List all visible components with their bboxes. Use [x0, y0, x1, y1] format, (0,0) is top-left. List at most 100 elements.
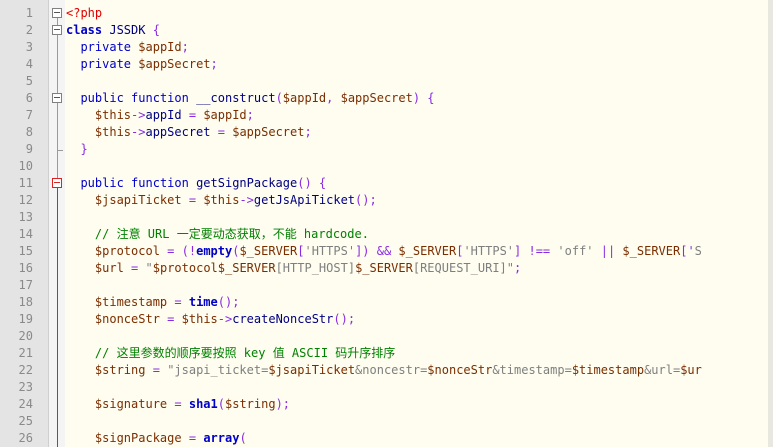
code-token: =: [188, 193, 197, 207]
code-line[interactable]: $signPackage = array(: [66, 430, 247, 447]
code-token: $_SERVER: [622, 244, 681, 258]
code-token: $this: [94, 108, 132, 122]
code-token: ->: [239, 193, 254, 207]
code-token: ,: [326, 91, 341, 105]
fold-guide-line: [57, 56, 58, 73]
code-token: // 注意 URL 一定要动态获取，不能 hardcode.: [94, 227, 369, 241]
code-token: empty: [196, 244, 233, 258]
code-token: ;: [514, 261, 522, 275]
fold-guide-line: [57, 124, 58, 141]
code-token: [REQUEST_URI]": [412, 261, 515, 275]
code-token: JSSDK: [102, 23, 153, 37]
fold-toggle-icon[interactable]: [52, 8, 62, 18]
line-number: 4: [25, 57, 33, 71]
code-token: () {: [297, 176, 327, 190]
code-token: ) {: [412, 91, 435, 105]
code-token: $signPackage: [94, 431, 182, 445]
fold-toggle-icon[interactable]: [52, 25, 62, 35]
code-token: {: [152, 23, 160, 37]
code-token: (!: [181, 244, 197, 258]
code-line[interactable]: $jsapiTicket = $this->getJsApiTicket();: [66, 192, 377, 209]
code-line[interactable]: $protocol = (!empty($_SERVER['HTTPS']) &…: [66, 243, 702, 260]
code-line[interactable]: class JSSDK {: [66, 22, 160, 39]
code-token: public: [80, 91, 124, 105]
code-line[interactable]: // 注意 URL 一定要动态获取，不能 hardcode.: [66, 226, 369, 243]
code-line[interactable]: private $appId;: [66, 39, 188, 56]
code-token: // 这里参数的顺序要按照 key 值 ASCII 码升序排序: [94, 346, 396, 360]
vertical-scrollbar[interactable]: [768, 0, 773, 447]
line-number: 13: [18, 210, 33, 224]
code-line[interactable]: }: [66, 141, 88, 158]
fold-guide-line: [57, 243, 58, 260]
code-line[interactable]: $nonceStr = $this->createNonceStr();: [66, 311, 355, 328]
line-number: 9: [25, 142, 33, 156]
code-line[interactable]: $string = "jsapi_ticket=$jsapiTicket&non…: [66, 362, 702, 379]
code-token: );: [275, 397, 291, 411]
code-token: class: [66, 23, 103, 37]
line-number: 21: [18, 346, 33, 360]
code-token: public: [80, 176, 124, 190]
line-number: 12: [18, 193, 33, 207]
code-line[interactable]: private $appSecret;: [66, 56, 217, 73]
code-token: $_SERVER: [398, 244, 457, 258]
code-token: }: [80, 142, 88, 156]
code-line[interactable]: // 这里参数的顺序要按照 key 值 ASCII 码升序排序: [66, 345, 395, 362]
fold-toggle-icon[interactable]: [52, 178, 62, 188]
code-line[interactable]: $timestamp = time();: [66, 294, 240, 311]
fold-guide-line: [57, 379, 58, 396]
code-line[interactable]: $url = "$protocol$_SERVER[HTTP_HOST]$_SE…: [66, 260, 521, 277]
code-token: &url=: [644, 363, 681, 377]
fold-guide-line: [57, 73, 58, 90]
fold-guide-line: [57, 149, 58, 158]
code-token: private: [80, 40, 132, 54]
code-token: &timestamp=: [492, 363, 572, 377]
code-line[interactable]: public function __construct($appId, $app…: [66, 90, 435, 107]
fold-guide-line: [57, 209, 58, 226]
code-area[interactable]: <?php class JSSDK { private $appId; priva…: [66, 0, 773, 447]
code-token: [': [680, 244, 695, 258]
code-token: ;: [246, 108, 254, 122]
code-line[interactable]: public function getSignPackage() {: [66, 175, 326, 192]
line-number: 22: [18, 363, 33, 377]
fold-guide-line: [57, 90, 58, 93]
fold-guide-line: [57, 260, 58, 277]
code-token: private: [80, 57, 132, 71]
code-editor[interactable]: 1 2 3 4 5 6 7 8 9 10 11 12 13 14 15 16 17 18 19 20 21 22 23 24 2…: [0, 0, 773, 447]
code-token: appSecret: [145, 125, 211, 139]
line-number: 14: [18, 227, 33, 241]
code-line[interactable]: <?php: [66, 5, 102, 22]
code-line[interactable]: $signature = sha1($string);: [66, 396, 290, 413]
code-token: 'HTTPS': [304, 244, 356, 258]
code-token: $string: [94, 363, 146, 377]
line-number: 26: [18, 431, 33, 445]
line-number: 18: [18, 295, 33, 309]
line-number: 24: [18, 397, 33, 411]
code-line[interactable]: $this->appSecret = $appSecret;: [66, 124, 312, 141]
code-token: 'HTTPS': [463, 244, 515, 258]
fold-guide-line: [57, 175, 58, 178]
code-token: ->: [217, 312, 233, 326]
fold-toggle-icon[interactable]: [52, 93, 62, 103]
line-number: 15: [18, 244, 33, 258]
fold-guide-line: [57, 39, 58, 56]
code-line[interactable]: $this->appId = $appId;: [66, 107, 254, 124]
line-number: 20: [18, 329, 33, 343]
fold-guide-line: [57, 158, 58, 175]
fold-guide-line: [57, 226, 58, 243]
fold-guide-line: [57, 328, 58, 345]
code-token: $string: [225, 397, 276, 411]
